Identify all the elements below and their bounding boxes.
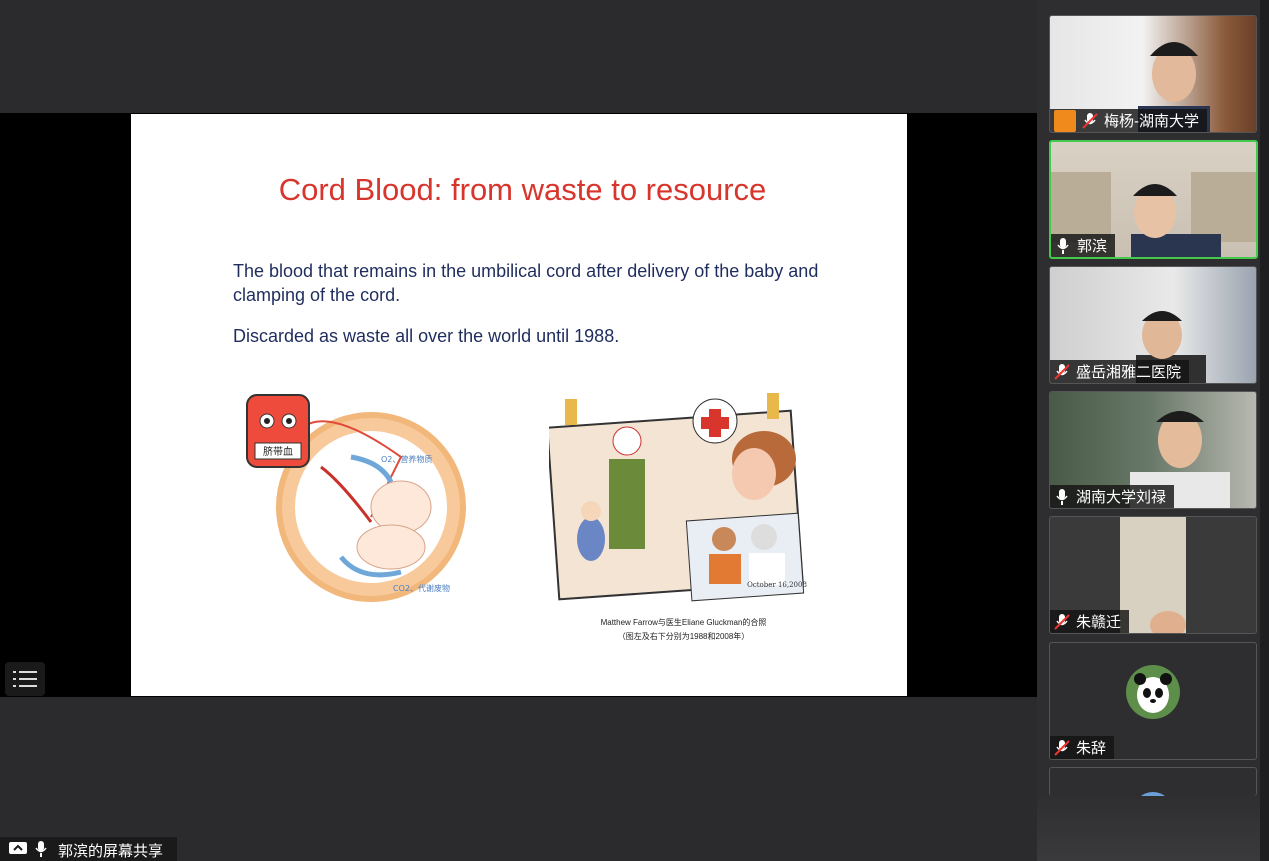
participant-tile[interactable]: 湖南大学刘禄 (1049, 391, 1257, 509)
screen-share-indicator: 郭滨的屏幕共享 (0, 837, 177, 861)
participant-tile-partial[interactable] (1049, 767, 1257, 796)
slide-bullet: The blood that remains in the umbilical … (233, 261, 819, 305)
list-icon (13, 671, 37, 687)
participant-nameplate: 盛岳湘雅二医院 (1050, 360, 1190, 383)
photo-date: October 16,2008 (747, 581, 807, 589)
microphone-muted-icon (1082, 112, 1098, 129)
participant-name: 湖南大学刘禄 (1076, 489, 1167, 506)
screen-share-icon (9, 842, 27, 854)
sidebar-scroll-track[interactable] (1260, 0, 1269, 861)
arrow-label-top: O2、营养物质 (381, 454, 432, 464)
image-caption-sub: （图左及右下分别为1988和2008年） (617, 632, 750, 641)
cord-blood-illustration: O2、营养物质 CO2、代谢废物 脐带血 (246, 394, 466, 602)
list-menu-button[interactable] (5, 662, 45, 696)
doctor-patient-illustration: October 16,2008 (549, 393, 807, 602)
participant-tile[interactable]: 朱赣迁 (1049, 516, 1257, 634)
participant-tile[interactable]: 盛岳湘雅二医院 (1049, 266, 1257, 384)
participant-nameplate: 郭滨 (1051, 234, 1116, 257)
participant-nameplate: 朱赣迁 (1050, 610, 1130, 633)
user-icon (1054, 109, 1076, 132)
slide-bullet: Discarded as waste all over the world un… (233, 326, 620, 346)
participant-name: 朱赣迁 (1076, 614, 1122, 631)
avatar (1141, 792, 1165, 796)
participant-tile[interactable]: 梅杨-湖南大学 (1049, 15, 1257, 133)
microphone-muted-icon (1054, 613, 1070, 630)
microphone-icon (1056, 488, 1068, 505)
arrow-label-bottom: CO2、代谢废物 (393, 583, 450, 593)
microphone-icon (35, 841, 47, 857)
participant-nameplate: 梅杨-湖南大学 (1050, 109, 1207, 132)
participant-name: 朱辞 (1076, 740, 1107, 757)
image-caption: Matthew Farrow与医生Eliane Gluckman的合照 (600, 618, 767, 627)
participant-name: 盛岳湘雅二医院 (1076, 364, 1182, 381)
microphone-muted-icon (1054, 739, 1070, 756)
main-stage: Cord Blood: from waste to resource The b… (0, 0, 1037, 861)
participant-name: 郭滨 (1077, 238, 1108, 255)
presentation-slide: Cord Blood: from waste to resource The b… (131, 114, 907, 696)
microphone-muted-icon (1054, 363, 1070, 380)
share-label-text: 郭滨的屏幕共享 (58, 843, 164, 860)
participant-tile[interactable]: 朱辞 (1049, 642, 1257, 760)
participant-name: 梅杨-湖南大学 (1104, 113, 1199, 130)
bag-label: 脐带血 (263, 445, 293, 458)
slide-title: Cord Blood: from waste to resource (278, 172, 767, 207)
participant-nameplate: 朱辞 (1050, 736, 1115, 759)
participant-nameplate: 湖南大学刘禄 (1050, 485, 1175, 508)
participant-tile-active-speaker[interactable]: 郭滨 (1049, 140, 1258, 259)
microphone-icon (1057, 237, 1069, 254)
